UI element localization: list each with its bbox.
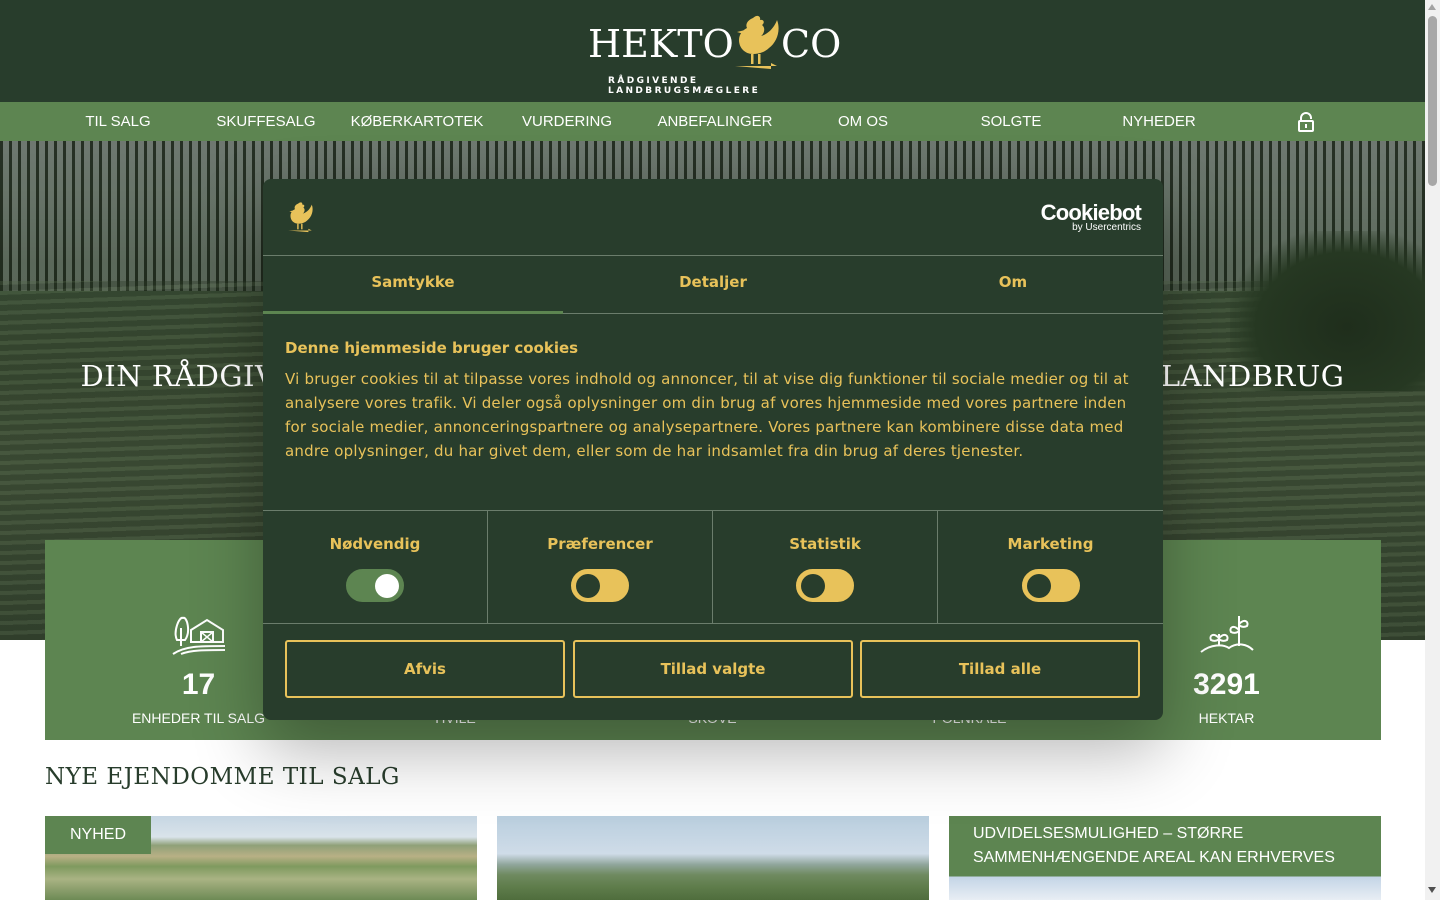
section-title-new-properties: NYE EJENDOMME TIL SALG xyxy=(45,764,400,790)
nav-item-nyheder[interactable]: NYHEDER xyxy=(1079,102,1239,141)
toggle-label: Statistik xyxy=(789,535,861,553)
cookie-consent-dialog: Cookiebot by Usercentrics Samtykke Detal… xyxy=(263,179,1163,720)
toggle-group-marketing: Marketing xyxy=(938,511,1163,624)
toggle-group-preferences: Præferencer xyxy=(488,511,713,624)
nav-item-om-os[interactable]: OM OS xyxy=(783,102,943,141)
allow-all-button[interactable]: Tillad alle xyxy=(860,640,1140,698)
nav-item-til-salg[interactable]: TIL SALG xyxy=(38,102,198,141)
tab-samtykke[interactable]: Samtykke xyxy=(263,256,563,314)
site-logo[interactable]: HEKTO CO RÅDGIVENDE LANDBRUGSMÆGLERE xyxy=(588,12,842,96)
cookie-dialog-buttons: Afvis Tillad valgte Tillad alle xyxy=(263,625,1163,720)
nav-item-anbefalinger[interactable]: ANBEFALINGER xyxy=(635,102,795,141)
tab-detaljer[interactable]: Detaljer xyxy=(563,256,863,314)
toggle-knob xyxy=(801,574,825,598)
hero-title-left: DIN RÅDGIV xyxy=(80,359,277,393)
marketing-toggle[interactable] xyxy=(1021,569,1080,602)
tab-om[interactable]: Om xyxy=(863,256,1163,314)
rooster-icon xyxy=(735,15,779,69)
toggle-label: Præferencer xyxy=(547,535,653,553)
nav-item-skuffesalg[interactable]: SKUFFESALG xyxy=(186,102,346,141)
property-card[interactable] xyxy=(497,816,929,900)
toggle-label: Marketing xyxy=(1007,535,1094,553)
nav-item-solgte[interactable]: SOLGTE xyxy=(931,102,1091,141)
logo-name-left: HEKTO xyxy=(588,22,734,66)
property-card[interactable]: NYHED xyxy=(45,816,477,900)
deny-button[interactable]: Afvis xyxy=(285,640,565,698)
nav-item-vurdering[interactable]: VURDERING xyxy=(487,102,647,141)
toggle-group-statistics: Statistik xyxy=(713,511,938,624)
scrollbar-thumb[interactable] xyxy=(1428,16,1437,186)
farm-icon xyxy=(171,616,225,655)
cookie-dialog-header: Cookiebot by Usercentrics xyxy=(263,179,1163,256)
necessary-toggle[interactable] xyxy=(346,569,404,602)
lock-icon[interactable] xyxy=(1297,112,1315,132)
cookie-tabs: Samtykke Detaljer Om xyxy=(263,256,1163,314)
hero-title-right: L LANDBRUG xyxy=(1131,359,1345,393)
cookiebot-logo[interactable]: Cookiebot by Usercentrics xyxy=(1037,200,1142,234)
card-badge: UDVIDELSESMULIGHED – STØRRE SAMMENHÆNGEN… xyxy=(973,825,1335,866)
site-header: HEKTO CO RÅDGIVENDE LANDBRUGSMÆGLERE xyxy=(0,0,1425,102)
nav-item-koeberkartotek[interactable]: KØBERKARTOTEK xyxy=(337,102,497,141)
cookie-dialog-title: Denne hjemmeside bruger cookies xyxy=(285,339,579,357)
allow-selected-button[interactable]: Tillad valgte xyxy=(573,640,853,698)
cookie-dialog-body: Denne hjemmeside bruger cookies Vi bruge… xyxy=(263,314,1163,511)
preferences-toggle[interactable] xyxy=(571,569,629,602)
rooster-icon xyxy=(288,202,313,233)
toggle-group-necessary: Nødvendig xyxy=(263,511,488,624)
cookie-category-toggles: Nødvendig Præferencer Statistik Marketin… xyxy=(263,511,1163,624)
statistics-toggle[interactable] xyxy=(796,569,854,602)
scroll-down-arrow-icon[interactable] xyxy=(1428,887,1436,893)
toggle-knob xyxy=(375,574,399,598)
scroll-up-arrow-icon[interactable] xyxy=(1428,4,1436,10)
main-nav: TIL SALG SKUFFESALG KØBERKARTOTEK VURDER… xyxy=(0,102,1425,141)
card-badge: NYHED xyxy=(45,816,152,854)
property-card[interactable]: UDVIDELSESMULIGHED – STØRRE SAMMENHÆNGEN… xyxy=(949,816,1381,900)
cookie-dialog-text: Vi bruger cookies til at tilpasse vores … xyxy=(285,370,1129,460)
plant-icon xyxy=(1199,616,1254,653)
logo-tagline: RÅDGIVENDE LANDBRUGSMÆGLERE xyxy=(608,76,761,96)
cookiebot-byline: by Usercentrics xyxy=(1072,222,1141,233)
toggle-label: Nødvendig xyxy=(329,535,421,553)
toggle-knob xyxy=(1026,574,1051,598)
toggle-knob xyxy=(576,574,600,598)
logo-name-right: CO xyxy=(781,22,842,66)
